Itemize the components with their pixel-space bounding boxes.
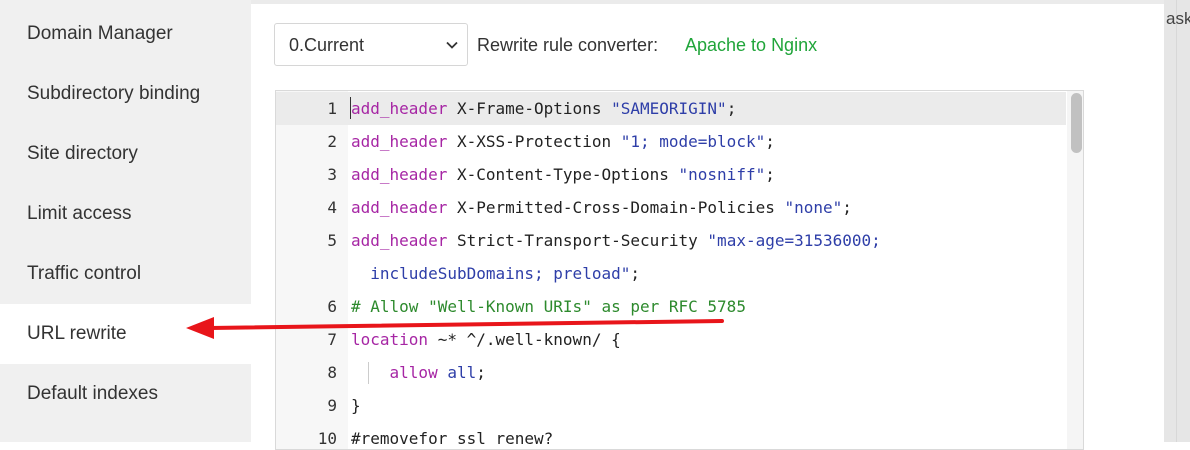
line-number: 5 <box>327 231 337 250</box>
code-token: "1; mode=block" <box>620 132 766 151</box>
code-text: add_header X-Content-Type-Options "nosni… <box>351 158 775 191</box>
code-text: add_header X-Frame-Options "SAMEORIGIN"; <box>351 92 736 125</box>
code-line[interactable]: 1 add_header X-Frame-Options "SAMEORIGIN"… <box>276 92 1066 125</box>
code-token: add_header <box>351 198 448 217</box>
code-token: ; <box>476 363 486 382</box>
code-text: add_header X-XSS-Protection "1; mode=blo… <box>351 125 775 158</box>
code-text: location ~* ^/.well-known/ { <box>351 323 621 356</box>
code-line[interactable]: 4 add_header X-Permitted-Cross-Domain-Pol… <box>276 191 1066 224</box>
code-text: includeSubDomains; preload"; <box>351 257 640 290</box>
code-token: #removefor ssl renew? <box>351 429 554 448</box>
code-token: X-Frame-Options <box>447 99 612 118</box>
code-line[interactable]: 3 add_header X-Content-Type-Options "nosn… <box>276 158 1066 191</box>
settings-sidebar: Domain Manager Subdirectory binding Site… <box>0 0 251 442</box>
code-token: allow <box>389 363 438 382</box>
code-line[interactable]: 6 # Allow "Well-Known URIs" as per RFC 57… <box>276 290 1066 323</box>
code-text: add_header X-Permitted-Cross-Domain-Poli… <box>351 191 852 224</box>
sidebar-item-site-directory[interactable]: Site directory <box>0 124 251 184</box>
code-token: ; <box>842 198 852 217</box>
chevron-down-icon <box>446 41 458 49</box>
code-token: add_header <box>351 99 448 118</box>
line-number: 10 <box>317 429 337 448</box>
code-line[interactable]: 10 #removefor ssl renew? <box>276 422 1066 449</box>
code-token: "max-age=31536000; <box>707 231 881 250</box>
top-divider <box>251 0 1164 4</box>
code-line[interactable]: 7 location ~* ^/.well-known/ { <box>276 323 1066 356</box>
line-number: 7 <box>327 330 337 349</box>
sidebar-item-default-indexes[interactable]: Default indexes <box>0 364 251 424</box>
indent-guide <box>368 362 369 384</box>
code-token: ; <box>765 132 775 151</box>
code-token: ; <box>630 264 640 283</box>
code-text: # Allow "Well-Known URIs" as per RFC 578… <box>351 290 746 323</box>
editor-scrollbar-thumb[interactable] <box>1071 93 1082 153</box>
divider <box>1176 0 1177 442</box>
code-token: add_header <box>351 132 448 151</box>
code-token: "none" <box>784 198 843 217</box>
code-token: ; <box>726 99 737 118</box>
sidebar-item-domain-manager[interactable]: Domain Manager <box>0 4 251 64</box>
line-number: 8 <box>327 363 337 382</box>
code-line[interactable]: includeSubDomains; preload"; <box>276 257 1066 290</box>
code-token: "nosniff" <box>678 165 766 184</box>
line-number: 2 <box>327 132 337 151</box>
version-select[interactable]: 0.Current <box>274 23 468 66</box>
code-token: add_header <box>351 165 448 184</box>
sidebar-item-traffic-control[interactable]: Traffic control <box>0 244 251 304</box>
code-text: #removefor ssl renew? <box>351 422 554 449</box>
code-line[interactable]: 9} <box>276 389 1066 422</box>
sidebar-item-url-rewrite[interactable]: URL rewrite <box>0 304 251 364</box>
version-select-value: 0.Current <box>289 35 365 55</box>
code-token: location <box>351 330 429 349</box>
line-number: 9 <box>327 396 337 415</box>
code-token: } <box>351 396 361 415</box>
code-token: X-Content-Type-Options <box>447 165 679 184</box>
sidebar-item-subdirectory-binding[interactable]: Subdirectory binding <box>0 64 251 124</box>
line-number: 4 <box>327 198 337 217</box>
background-window-text: ask <box>1166 9 1190 28</box>
code-token: add_header <box>351 231 448 250</box>
code-token: X-Permitted-Cross-Domain-Policies <box>447 198 785 217</box>
code-text: add_header Strict-Transport-Security "ma… <box>351 224 881 257</box>
code-token: Strict-Transport-Security <box>447 231 708 250</box>
line-number: 6 <box>327 297 337 316</box>
code-token: all <box>447 363 477 382</box>
code-text: } <box>351 389 361 422</box>
sidebar-item-limit-access[interactable]: Limit access <box>0 184 251 244</box>
code-token: ; <box>765 165 775 184</box>
code-line[interactable]: 2 add_header X-XSS-Protection "1; mode=bl… <box>276 125 1066 158</box>
apache-to-nginx-link[interactable]: Apache to Nginx <box>685 35 817 56</box>
code-line[interactable]: 5 add_header Strict-Transport-Security "m… <box>276 224 1066 257</box>
converter-label: Rewrite rule converter: <box>477 35 659 55</box>
code-token: X-XSS-Protection <box>447 132 621 151</box>
code-token: # Allow "Well-Known URIs" as per RFC 578… <box>351 297 746 316</box>
code-token: "SAMEORIGIN" <box>611 99 727 118</box>
code-token: ~* ^/.well-known/ { <box>428 330 621 349</box>
code-token: includeSubDomains; preload" <box>351 264 631 283</box>
line-number: 1 <box>327 99 337 118</box>
code-line[interactable]: 8 allow all; <box>276 356 1066 389</box>
rewrite-rules-editor[interactable]: 1 add_header X-Frame-Options "SAMEORIGIN"… <box>275 90 1084 450</box>
code-text: allow all; <box>351 356 486 389</box>
line-number: 3 <box>327 165 337 184</box>
text-cursor <box>350 97 351 119</box>
background-window-edge: ask <box>1164 0 1190 442</box>
